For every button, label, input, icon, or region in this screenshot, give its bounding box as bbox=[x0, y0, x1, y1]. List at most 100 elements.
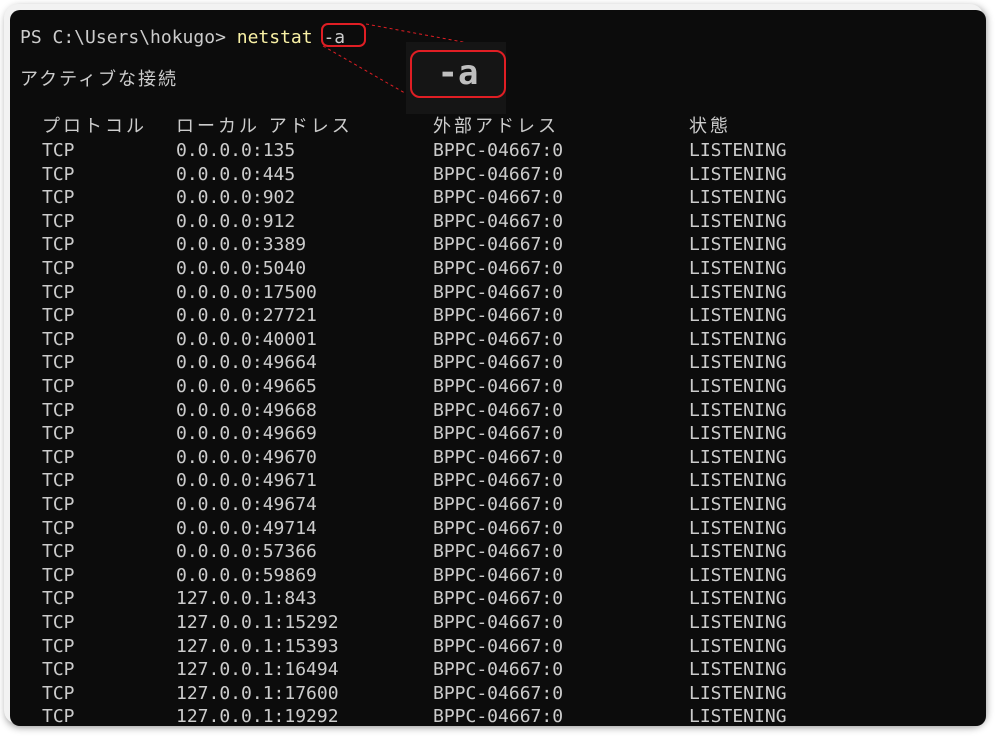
row-state: LISTENING bbox=[689, 281, 787, 303]
row-state: LISTENING bbox=[689, 494, 787, 515]
row-foreign-address: BPPC-04667:0 bbox=[433, 541, 564, 563]
row-local-address: 0.0.0.0:135 bbox=[176, 140, 296, 161]
row-protocol: TCP bbox=[42, 635, 75, 657]
row-foreign-address: BPPC-04667:0 bbox=[433, 399, 564, 421]
row-foreign-address: BPPC-04667:0 bbox=[433, 423, 564, 445]
row-foreign-address: BPPC-04667:0 bbox=[433, 328, 564, 350]
row-foreign-address: BPPC-04667:0 bbox=[433, 163, 564, 185]
row-state: LISTENING bbox=[689, 541, 787, 563]
header-foreign-address: 外部アドレス bbox=[433, 116, 559, 137]
row-local-address: 0.0.0.0:17500 bbox=[176, 281, 317, 303]
row-local-address: 0.0.0.0:49664 bbox=[176, 352, 317, 374]
row-state: LISTENING bbox=[689, 258, 787, 279]
row-foreign-address: BPPC-04667:0 bbox=[433, 706, 564, 726]
row-local-address: 0.0.0.0:49674 bbox=[176, 494, 317, 515]
row-protocol: TCP bbox=[42, 659, 75, 681]
row-local-address: 127.0.0.1:15393 bbox=[176, 635, 339, 657]
row-state: LISTENING bbox=[689, 399, 787, 421]
row-state: LISTENING bbox=[689, 328, 787, 350]
row-local-address: 0.0.0.0:27721 bbox=[176, 305, 317, 327]
row-local-address: 0.0.0.0:49670 bbox=[176, 446, 317, 468]
row-state: LISTENING bbox=[689, 446, 787, 468]
row-protocol: TCP bbox=[42, 305, 75, 327]
row-local-address: 0.0.0.0:912 bbox=[176, 210, 296, 232]
row-local-address: 0.0.0.0:49714 bbox=[176, 517, 317, 539]
row-state: LISTENING bbox=[689, 706, 787, 726]
row-foreign-address: BPPC-04667:0 bbox=[433, 564, 564, 586]
row-foreign-address: BPPC-04667:0 bbox=[433, 682, 564, 704]
row-protocol: TCP bbox=[42, 682, 75, 704]
row-protocol: TCP bbox=[42, 564, 75, 586]
row-local-address: 0.0.0.0:3389 bbox=[176, 234, 307, 256]
row-foreign-address: BPPC-04667:0 bbox=[433, 305, 564, 327]
row-foreign-address: BPPC-04667:0 bbox=[433, 470, 564, 492]
row-foreign-address: BPPC-04667:0 bbox=[433, 234, 564, 256]
row-protocol: TCP bbox=[42, 234, 75, 256]
row-protocol: TCP bbox=[42, 612, 75, 633]
row-foreign-address: BPPC-04667:0 bbox=[433, 517, 564, 539]
row-state: LISTENING bbox=[689, 140, 787, 161]
row-protocol: TCP bbox=[42, 281, 75, 303]
row-state: LISTENING bbox=[689, 659, 787, 681]
terminal-window[interactable]: PS C:\Users\hokugo> netstat -a -a アクティブな… bbox=[10, 10, 986, 726]
row-protocol: TCP bbox=[42, 163, 75, 185]
row-local-address: 0.0.0.0:49668 bbox=[176, 399, 317, 421]
row-protocol: TCP bbox=[42, 446, 75, 468]
header-protocol: プロトコル bbox=[42, 116, 147, 137]
row-foreign-address: BPPC-04667:0 bbox=[433, 187, 564, 209]
row-state: LISTENING bbox=[689, 210, 787, 232]
row-protocol: TCP bbox=[42, 588, 75, 610]
row-foreign-address: BPPC-04667:0 bbox=[433, 210, 564, 232]
row-state: LISTENING bbox=[689, 635, 787, 657]
row-state: LISTENING bbox=[689, 376, 787, 397]
row-local-address: 0.0.0.0:40001 bbox=[176, 328, 317, 350]
row-local-address: 0.0.0.0:49671 bbox=[176, 470, 317, 492]
row-state: LISTENING bbox=[689, 682, 787, 704]
row-local-address: 0.0.0.0:59869 bbox=[176, 564, 317, 586]
screenshot-frame: PS C:\Users\hokugo> netstat -a -a アクティブな… bbox=[4, 4, 986, 726]
row-protocol: TCP bbox=[42, 140, 75, 161]
row-state: LISTENING bbox=[689, 352, 787, 374]
row-state: LISTENING bbox=[689, 470, 787, 492]
row-foreign-address: BPPC-04667:0 bbox=[433, 281, 564, 303]
row-state: LISTENING bbox=[689, 423, 787, 445]
row-local-address: 0.0.0.0:5040 bbox=[176, 258, 307, 279]
row-protocol: TCP bbox=[42, 541, 75, 563]
row-foreign-address: BPPC-04667:0 bbox=[433, 588, 564, 610]
row-local-address: 0.0.0.0:49665 bbox=[176, 376, 317, 397]
row-state: LISTENING bbox=[689, 564, 787, 586]
row-foreign-address: BPPC-04667:0 bbox=[433, 258, 564, 279]
row-local-address: 0.0.0.0:49669 bbox=[176, 423, 317, 445]
row-local-address: 127.0.0.1:19292 bbox=[176, 706, 339, 726]
row-local-address: 127.0.0.1:17600 bbox=[176, 682, 339, 704]
row-local-address: 0.0.0.0:57366 bbox=[176, 541, 317, 563]
row-state: LISTENING bbox=[689, 187, 787, 209]
zoom-callout: -a bbox=[410, 50, 506, 98]
row-foreign-address: BPPC-04667:0 bbox=[433, 352, 564, 374]
row-state: LISTENING bbox=[689, 305, 787, 327]
row-local-address: 127.0.0.1:15292 bbox=[176, 612, 339, 633]
row-protocol: TCP bbox=[42, 517, 75, 539]
row-protocol: TCP bbox=[42, 399, 75, 421]
row-foreign-address: BPPC-04667:0 bbox=[433, 140, 564, 161]
row-foreign-address: BPPC-04667:0 bbox=[433, 612, 564, 633]
row-protocol: TCP bbox=[42, 423, 75, 445]
row-state: LISTENING bbox=[689, 234, 787, 256]
row-state: LISTENING bbox=[689, 612, 787, 633]
row-foreign-address: BPPC-04667:0 bbox=[433, 659, 564, 681]
row-protocol: TCP bbox=[42, 328, 75, 350]
row-protocol: TCP bbox=[42, 210, 75, 232]
section-title: アクティブな接続 bbox=[20, 69, 179, 90]
row-state: LISTENING bbox=[689, 517, 787, 539]
row-state: LISTENING bbox=[689, 588, 787, 610]
row-state: LISTENING bbox=[689, 163, 787, 185]
row-local-address: 0.0.0.0:445 bbox=[176, 163, 296, 185]
row-local-address: 127.0.0.1:843 bbox=[176, 588, 317, 610]
row-foreign-address: BPPC-04667:0 bbox=[433, 635, 564, 657]
row-protocol: TCP bbox=[42, 494, 75, 515]
row-protocol: TCP bbox=[42, 376, 75, 397]
row-protocol: TCP bbox=[42, 706, 75, 726]
row-protocol: TCP bbox=[42, 187, 75, 209]
row-protocol: TCP bbox=[42, 258, 75, 279]
row-protocol: TCP bbox=[42, 470, 75, 492]
